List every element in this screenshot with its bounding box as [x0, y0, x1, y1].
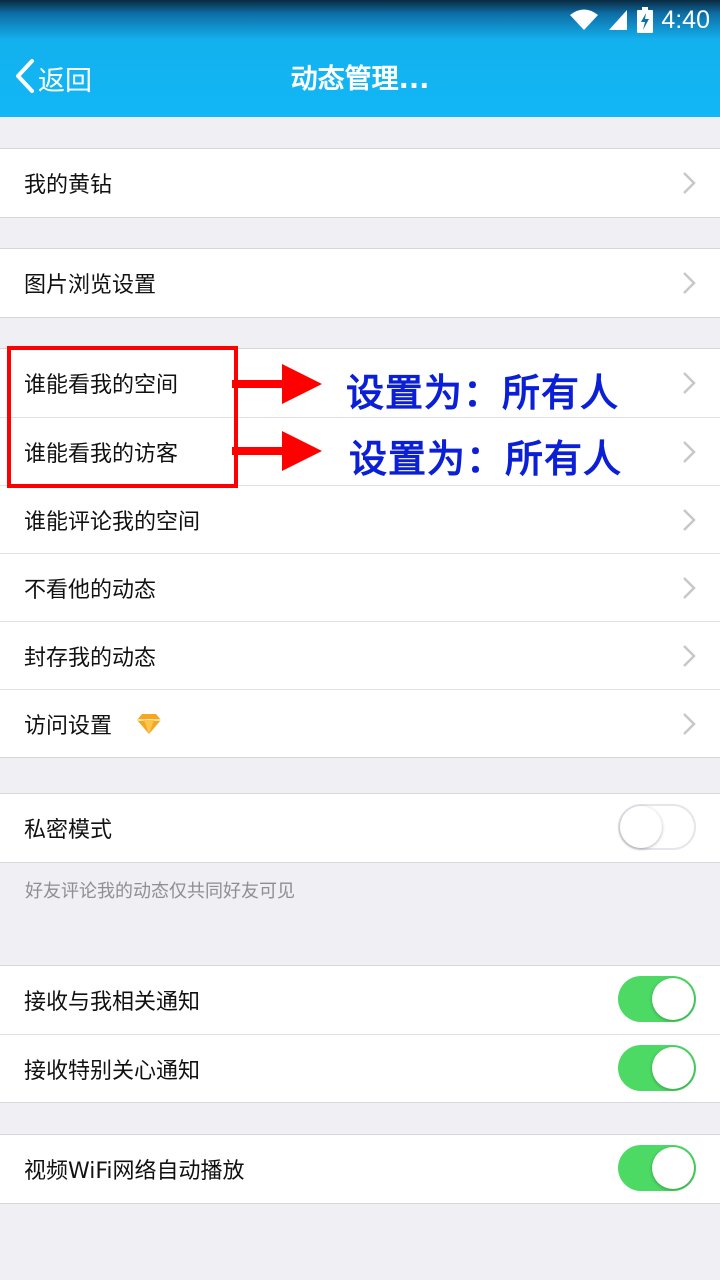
page-title: 动态管理...	[290, 64, 430, 95]
chevron-right-icon	[682, 644, 696, 672]
chevron-right-icon	[682, 576, 696, 604]
settings-group-3: 谁能看我的空间 谁能看我的访客 谁能评论我的空间 不看他的动态 封存我的动态 访…	[0, 348, 720, 758]
row-wifi-autoplay: 视频WiFi网络自动播放	[0, 1135, 720, 1203]
chevron-right-icon	[682, 171, 696, 199]
row-archive-my-feeds[interactable]: 封存我的动态	[0, 621, 720, 689]
settings-group-4: 私密模式	[0, 793, 720, 863]
toggle-knob	[620, 806, 662, 848]
row-related-notifications: 接收与我相关通知	[0, 966, 720, 1034]
row-private-mode: 私密模式	[0, 794, 720, 862]
private-mode-note: 好友评论我的动态仅共同好友可见	[25, 881, 295, 902]
battery-charging-icon	[637, 7, 654, 33]
row-label: 私密模式	[24, 818, 113, 843]
title-bar: 4:40 返回 动态管理...	[0, 0, 720, 117]
row-label: 视频WiFi网络自动播放	[24, 1159, 245, 1184]
settings-group-5: 接收与我相关通知 接收特别关心通知	[0, 965, 720, 1103]
diamond-icon	[136, 713, 162, 735]
row-photo-browse-settings[interactable]: 图片浏览设置	[0, 249, 720, 317]
row-label: 谁能看我的访客	[24, 441, 179, 467]
wifi-autoplay-toggle[interactable]	[618, 1145, 696, 1191]
chevron-right-icon	[682, 271, 696, 299]
toggle-knob	[652, 978, 694, 1020]
row-label: 谁能看我的空间	[24, 373, 179, 398]
row-label: 接收与我相关通知	[24, 990, 201, 1015]
special-care-notifications-toggle[interactable]	[618, 1045, 696, 1091]
row-label: 接收特别关心通知	[24, 1058, 201, 1084]
chevron-right-icon	[682, 371, 696, 399]
row-label: 我的黄钻	[24, 173, 113, 198]
toggle-knob	[652, 1047, 694, 1089]
settings-group-1: 我的黄钻	[0, 148, 720, 218]
status-bar: 4:40	[569, 4, 710, 36]
settings-group-6: 视频WiFi网络自动播放	[0, 1134, 720, 1204]
chevron-right-icon	[682, 508, 696, 536]
row-who-can-see-visitors[interactable]: 谁能看我的访客	[0, 417, 720, 485]
settings-group-2: 图片浏览设置	[0, 248, 720, 318]
row-access-settings[interactable]: 访问设置	[0, 689, 720, 757]
row-who-can-comment-space[interactable]: 谁能评论我的空间	[0, 485, 720, 553]
wifi-icon	[569, 8, 599, 32]
row-label: 访问设置	[24, 713, 113, 739]
related-notifications-toggle[interactable]	[618, 976, 696, 1022]
row-label: 谁能评论我的空间	[24, 509, 201, 535]
row-label: 图片浏览设置	[24, 273, 157, 298]
row-yellow-diamond[interactable]: 我的黄钻	[0, 149, 720, 217]
row-hide-their-feeds[interactable]: 不看他的动态	[0, 553, 720, 621]
row-label: 不看他的动态	[24, 577, 157, 603]
chevron-right-icon	[682, 712, 696, 740]
private-mode-toggle[interactable]	[618, 804, 696, 850]
signal-icon	[607, 8, 629, 32]
toggle-knob	[652, 1147, 694, 1189]
status-time: 4:40	[661, 5, 710, 34]
row-who-can-see-space[interactable]: 谁能看我的空间	[0, 349, 720, 417]
row-label: 封存我的动态	[24, 645, 157, 671]
chevron-right-icon	[682, 440, 696, 468]
row-special-care-notifications: 接收特别关心通知	[0, 1034, 720, 1102]
